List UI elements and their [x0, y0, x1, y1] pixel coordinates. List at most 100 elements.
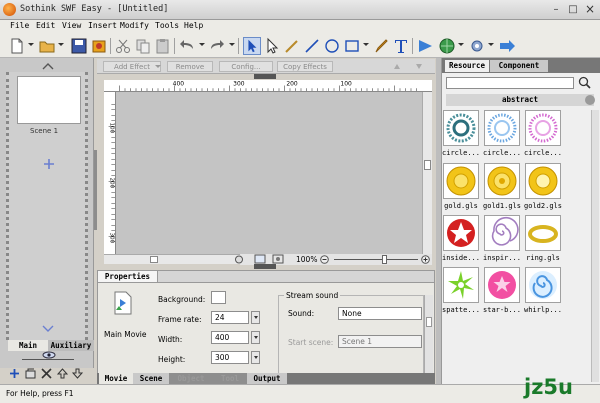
- subselect-tool-icon[interactable]: [263, 37, 281, 55]
- tab-scene[interactable]: Scene: [133, 373, 169, 384]
- select-tool-icon[interactable]: [243, 37, 261, 55]
- fit-stage-icon[interactable]: [254, 254, 266, 264]
- tab-component[interactable]: Component: [490, 60, 548, 72]
- frame-rate-dropdown[interactable]: [251, 311, 260, 324]
- resource-thumbnail[interactable]: [484, 267, 520, 303]
- properties-tab[interactable]: Properties: [98, 271, 158, 282]
- effect-up-icon[interactable]: [393, 63, 401, 70]
- hand-tool-icon[interactable]: [234, 255, 244, 264]
- config-effect-button[interactable]: Config...: [219, 61, 273, 72]
- move-down-icon[interactable]: [72, 368, 83, 379]
- resource-thumbnail[interactable]: [525, 267, 561, 303]
- scroll-up-icon[interactable]: [42, 62, 54, 70]
- redo-icon[interactable]: [208, 37, 226, 55]
- frame-rate-input[interactable]: 24: [211, 311, 249, 324]
- vertical-scrollbar[interactable]: [422, 92, 432, 254]
- resource-thumbnail[interactable]: [443, 110, 479, 146]
- minimize-button[interactable]: –: [549, 4, 563, 16]
- left-splitter[interactable]: [94, 150, 97, 230]
- redo-dropdown-arrow[interactable]: [229, 43, 235, 46]
- add-scene-icon[interactable]: [43, 158, 55, 170]
- height-input[interactable]: 300: [211, 351, 249, 364]
- category-dropdown-icon[interactable]: [585, 95, 595, 105]
- move-up-icon[interactable]: [57, 368, 68, 379]
- resource-thumbnail[interactable]: [484, 163, 520, 199]
- menu-view[interactable]: View: [62, 21, 81, 30]
- paste-icon[interactable]: [154, 37, 172, 55]
- close-button[interactable]: ×: [583, 3, 597, 16]
- search-icon[interactable]: [578, 76, 591, 89]
- collapse-properties-handle[interactable]: [254, 264, 276, 269]
- scroll-thumb[interactable]: [424, 160, 431, 170]
- zoom-out-icon[interactable]: [320, 255, 329, 264]
- export-settings-icon[interactable]: [468, 37, 486, 55]
- zoom-slider-thumb[interactable]: [382, 255, 387, 264]
- resource-thumbnail[interactable]: [525, 110, 561, 146]
- maximize-button[interactable]: □: [566, 4, 580, 16]
- undo-dropdown-arrow[interactable]: [199, 43, 205, 46]
- scene-thumbnail[interactable]: [17, 76, 81, 124]
- zoom-slider-track[interactable]: [334, 259, 418, 260]
- open-folder-icon[interactable]: [38, 37, 56, 55]
- horizontal-scrollbar[interactable]: [104, 254, 240, 264]
- resource-thumbnail[interactable]: [443, 267, 479, 303]
- tab-movie[interactable]: Movie: [99, 373, 133, 384]
- remove-effect-button[interactable]: Remove: [167, 61, 213, 72]
- height-dropdown[interactable]: [251, 351, 260, 364]
- width-dropdown[interactable]: [251, 331, 260, 344]
- resource-thumbnail[interactable]: [525, 163, 561, 199]
- stage-canvas[interactable]: [116, 92, 422, 254]
- tab-main[interactable]: Main: [8, 340, 48, 351]
- resource-thumbnail[interactable]: [443, 215, 479, 251]
- export-dropdown-arrow[interactable]: [488, 43, 494, 46]
- brush-tool-icon[interactable]: [372, 37, 390, 55]
- sound-select[interactable]: None: [338, 307, 422, 320]
- new-file-icon[interactable]: [8, 37, 26, 55]
- play-movie-icon[interactable]: [416, 37, 434, 55]
- menu-help[interactable]: Help: [184, 21, 203, 30]
- menu-tools[interactable]: Tools: [155, 21, 179, 30]
- resource-thumbnail[interactable]: [525, 215, 561, 251]
- scroll-down-icon[interactable]: [42, 325, 54, 333]
- line-tool-icon[interactable]: [303, 37, 321, 55]
- resource-search-input[interactable]: [446, 77, 574, 89]
- export-swf-icon[interactable]: [498, 37, 516, 55]
- text-tool-icon[interactable]: [392, 37, 410, 55]
- copy-icon[interactable]: [134, 37, 152, 55]
- delete-scene-icon[interactable]: [41, 368, 52, 379]
- properties-scrollbar[interactable]: [424, 295, 433, 373]
- copy-effects-button[interactable]: Copy Effects: [277, 61, 333, 72]
- menu-modify[interactable]: Modify: [120, 21, 149, 30]
- tab-output[interactable]: Output: [247, 373, 287, 384]
- undo-icon[interactable]: [178, 37, 196, 55]
- rectangle-tool-icon[interactable]: [343, 37, 361, 55]
- scroll-thumb[interactable]: [150, 256, 158, 263]
- preview-browser-icon[interactable]: [438, 37, 456, 55]
- preview-dropdown-arrow[interactable]: [458, 43, 464, 46]
- show-all-icon[interactable]: [272, 254, 284, 264]
- tab-auxiliary[interactable]: Auxiliary: [48, 340, 94, 351]
- category-select[interactable]: abstract: [446, 94, 594, 106]
- scroll-thumb[interactable]: [426, 317, 432, 327]
- tab-tool[interactable]: Tool: [213, 373, 247, 384]
- add-effect-button[interactable]: Add Effect: [103, 61, 161, 72]
- ellipse-tool-icon[interactable]: [323, 37, 341, 55]
- menu-edit[interactable]: Edit: [36, 21, 55, 30]
- duplicate-scene-icon[interactable]: [25, 368, 36, 379]
- publish-icon[interactable]: [90, 37, 108, 55]
- start-scene-select[interactable]: Scene 1: [338, 335, 422, 348]
- new-dropdown-arrow[interactable]: [28, 43, 34, 46]
- resource-thumbnail[interactable]: [484, 215, 520, 251]
- width-input[interactable]: 400: [211, 331, 249, 344]
- open-dropdown-arrow[interactable]: [58, 43, 64, 46]
- zoom-in-icon[interactable]: [421, 255, 430, 264]
- resource-scrollbar[interactable]: [591, 110, 599, 382]
- pencil-tool-icon[interactable]: [283, 37, 301, 55]
- cut-icon[interactable]: [114, 37, 132, 55]
- background-color-picker[interactable]: [211, 291, 226, 304]
- eye-icon[interactable]: [42, 351, 56, 359]
- save-icon[interactable]: [70, 37, 88, 55]
- menu-insert[interactable]: Insert: [88, 21, 117, 30]
- effect-down-icon[interactable]: [415, 63, 423, 70]
- tab-resource[interactable]: Resource: [445, 60, 489, 72]
